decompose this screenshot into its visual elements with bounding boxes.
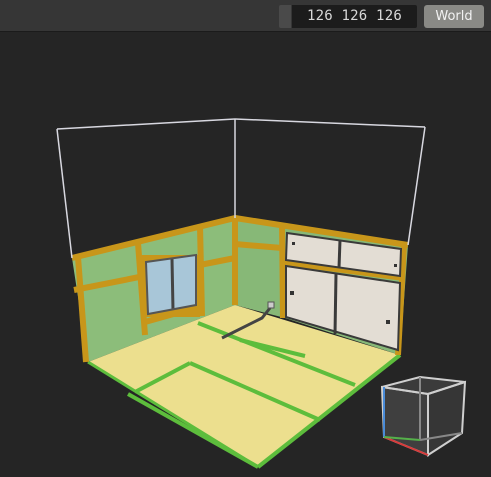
shoji-door-divider <box>333 273 338 335</box>
3d-viewport[interactable] <box>0 33 491 477</box>
room-scene <box>56 118 467 469</box>
dimensions-drag-handle[interactable] <box>279 5 291 28</box>
left-window-mullion <box>170 258 175 311</box>
top-toolbar: 126 126 126 World <box>0 0 491 32</box>
shoji-handle-left <box>290 291 294 295</box>
voxel-editor: 126 126 126 World <box>0 0 491 477</box>
transom-knob-left <box>292 242 295 245</box>
world-space-toggle-button[interactable]: World <box>424 5 484 28</box>
transom-knob-right <box>394 264 397 267</box>
model-dimensions-field[interactable]: 126 126 126 <box>292 5 417 28</box>
floor-pipe-cap <box>267 301 275 309</box>
axis-gizmo-icon[interactable] <box>380 375 467 457</box>
shoji-handle-right <box>386 320 390 324</box>
shoji-transom-divider <box>337 239 342 269</box>
